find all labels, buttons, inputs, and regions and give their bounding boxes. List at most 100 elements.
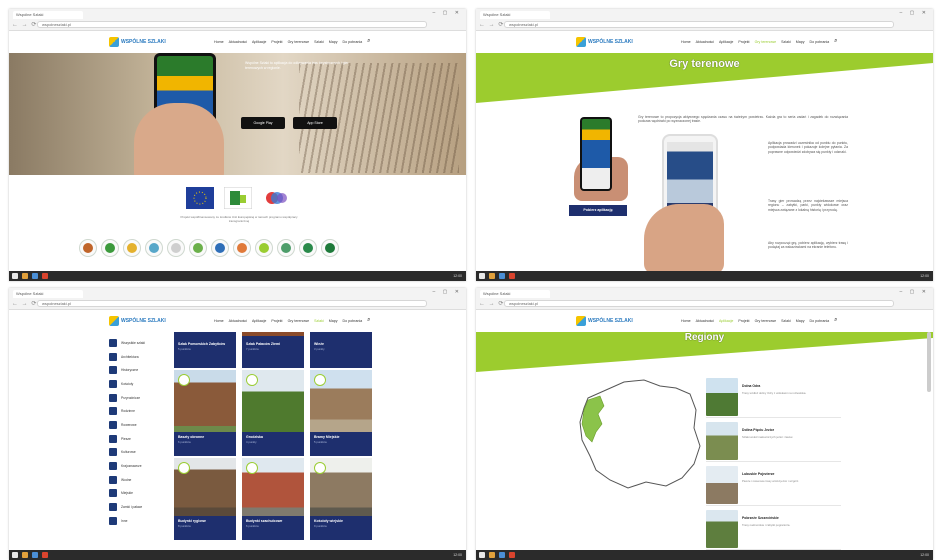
menu-item-apps[interactable]: Aplikacje: [719, 40, 733, 45]
nav-icons[interactable]: ← → ⟳: [479, 300, 504, 307]
menu-item-downloads[interactable]: Do pobrania: [343, 40, 363, 45]
search-icon[interactable]: ⌕: [367, 317, 370, 324]
address-bar[interactable]: wspolneszlaki.pl: [504, 300, 894, 307]
sidebar-item[interactable]: Przyrodnicze: [109, 391, 171, 405]
sidebar-item[interactable]: Kościoły: [109, 377, 171, 391]
scrollbar[interactable]: [927, 332, 931, 392]
folder-icon[interactable]: [489, 273, 495, 279]
site-logo[interactable]: WSPÓLNE SZLAKI: [109, 37, 166, 47]
browser-tab[interactable]: Wspólne Szlaki: [13, 11, 83, 19]
sidebar-item[interactable]: Zamki i pałace: [109, 500, 171, 514]
menu-item-home[interactable]: Home: [214, 319, 224, 324]
address-bar[interactable]: wspolneszlaki.pl: [37, 21, 427, 28]
sidebar-item[interactable]: Rowerowe: [109, 418, 171, 432]
menu-item-apps[interactable]: Aplikacje: [252, 40, 266, 45]
folder-icon[interactable]: [22, 552, 28, 558]
menu-item-project[interactable]: Projekt: [738, 319, 749, 324]
window-buttons[interactable]: – ▢ ✕: [433, 289, 462, 295]
search-icon[interactable]: ⌕: [367, 38, 370, 45]
menu-item-trails[interactable]: Szlaki: [781, 319, 791, 324]
window-buttons[interactable]: – ▢ ✕: [433, 10, 462, 16]
address-bar[interactable]: wspolneszlaki.pl: [37, 300, 427, 307]
menu-item-home[interactable]: Home: [681, 319, 691, 324]
browser-icon[interactable]: [32, 552, 38, 558]
menu-item-project[interactable]: Projekt: [271, 319, 282, 324]
poland-map[interactable]: [566, 370, 706, 500]
trail-card[interactable]: Kościoły wiejskie 9 punktów: [310, 458, 372, 540]
partner-logo-icon[interactable]: [233, 239, 251, 257]
google-play-button[interactable]: Google Play: [241, 117, 285, 129]
partner-logo-icon[interactable]: [255, 239, 273, 257]
get-app-button[interactable]: Pobierz aplikację: [569, 205, 627, 216]
region-item[interactable]: Lubuskie Pojezierze Piesze i rowerowe tr…: [706, 464, 841, 506]
menu-item-games[interactable]: Gry terenowe: [755, 40, 777, 45]
search-icon[interactable]: ⌕: [834, 38, 837, 45]
partner-logo-icon[interactable]: [101, 239, 119, 257]
menu-item-maps[interactable]: Mapy: [796, 319, 805, 324]
partner-logo-icon[interactable]: [299, 239, 317, 257]
sidebar-item[interactable]: Rodzinne: [109, 404, 171, 418]
menu-item-downloads[interactable]: Do pobrania: [810, 40, 830, 45]
trail-card[interactable]: Budynki ryglowe 8 punktów: [174, 458, 236, 540]
trail-card[interactable]: Bramy Miejskie 5 punktów: [310, 370, 372, 456]
menu-item-maps[interactable]: Mapy: [796, 40, 805, 45]
menu-item-trails[interactable]: Szlaki: [314, 40, 324, 45]
menu-item-trails[interactable]: Szlaki: [314, 319, 324, 324]
trail-card[interactable]: Baszty obronne 6 punktów: [174, 370, 236, 456]
partner-logo-icon[interactable]: [211, 239, 229, 257]
partner-logo-icon[interactable]: [189, 239, 207, 257]
sidebar-item[interactable]: Historyczne: [109, 363, 171, 377]
menu-item-maps[interactable]: Mapy: [329, 40, 338, 45]
menu-item-games[interactable]: Gry terenowe: [288, 319, 310, 324]
sidebar-item[interactable]: Inne: [109, 514, 171, 528]
sidebar-item[interactable]: Krajoznawcze: [109, 459, 171, 473]
app-icon[interactable]: [42, 552, 48, 558]
trail-card[interactable]: Wieże 3 punkty: [310, 332, 372, 368]
app-icon[interactable]: [509, 273, 515, 279]
start-icon[interactable]: [479, 552, 485, 558]
site-logo[interactable]: WSPÓLNE SZLAKI: [576, 316, 633, 326]
menu-item-apps[interactable]: Aplikacje: [719, 319, 733, 324]
nav-icons[interactable]: ← → ⟳: [12, 21, 37, 28]
start-icon[interactable]: [12, 273, 18, 279]
browser-icon[interactable]: [32, 273, 38, 279]
region-item[interactable]: Pobrzeże Szczecińskie Trasy nadmorskie i…: [706, 508, 841, 550]
sidebar-item[interactable]: Miejskie: [109, 487, 171, 501]
search-icon[interactable]: ⌕: [834, 317, 837, 324]
menu-item-games[interactable]: Gry terenowe: [288, 40, 310, 45]
region-item[interactable]: Dolina Pięciu Jezior Szlaki wokół malown…: [706, 420, 841, 462]
region-item[interactable]: Dolna Odra Trasy wzdłuż doliny Odry z wi…: [706, 376, 841, 418]
menu-item-project[interactable]: Projekt: [271, 40, 282, 45]
app-icon[interactable]: [42, 273, 48, 279]
menu-item-home[interactable]: Home: [214, 40, 224, 45]
menu-item-news[interactable]: Aktualności: [229, 40, 247, 45]
trail-card[interactable]: Szlak Pałaców Ziemi 7 punktów: [242, 332, 304, 368]
trail-card[interactable]: Budynki szachulcowe 6 punktów: [242, 458, 304, 540]
menu-item-downloads[interactable]: Do pobrania: [810, 319, 830, 324]
menu-item-news[interactable]: Aktualności: [696, 319, 714, 324]
browser-tab[interactable]: Wspólne Szlaki: [480, 11, 550, 19]
nav-icons[interactable]: ← → ⟳: [479, 21, 504, 28]
browser-icon[interactable]: [499, 552, 505, 558]
address-bar[interactable]: wspolneszlaki.pl: [504, 21, 894, 28]
folder-icon[interactable]: [22, 273, 28, 279]
app-store-button[interactable]: App Store: [293, 117, 337, 129]
menu-item-trails[interactable]: Szlaki: [781, 40, 791, 45]
nav-icons[interactable]: ← → ⟳: [12, 300, 37, 307]
menu-item-apps[interactable]: Aplikacje: [252, 319, 266, 324]
site-logo[interactable]: WSPÓLNE SZLAKI: [109, 316, 166, 326]
start-icon[interactable]: [12, 552, 18, 558]
sidebar-item[interactable]: Architektura: [109, 350, 171, 364]
partner-logo-icon[interactable]: [79, 239, 97, 257]
menu-item-downloads[interactable]: Do pobrania: [343, 319, 363, 324]
menu-item-news[interactable]: Aktualności: [696, 40, 714, 45]
site-logo[interactable]: WSPÓLNE SZLAKI: [576, 37, 633, 47]
menu-item-project[interactable]: Projekt: [738, 40, 749, 45]
partner-logo-icon[interactable]: [321, 239, 339, 257]
folder-icon[interactable]: [489, 552, 495, 558]
trail-card[interactable]: Szlak Pomorskich Zabytków 5 punktów: [174, 332, 236, 368]
sidebar-item[interactable]: Wszystkie szlaki: [109, 336, 171, 350]
partner-logo-icon[interactable]: [167, 239, 185, 257]
app-icon[interactable]: [509, 552, 515, 558]
browser-icon[interactable]: [499, 273, 505, 279]
